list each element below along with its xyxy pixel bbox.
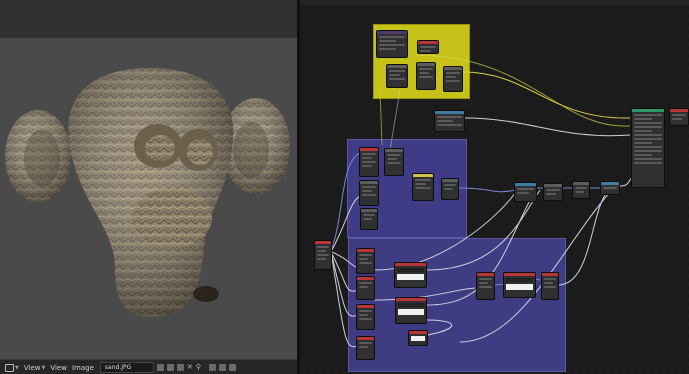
menu-view[interactable]: View ▼ bbox=[24, 364, 45, 372]
node-noise-1[interactable] bbox=[386, 64, 408, 88]
node-ramp-3[interactable] bbox=[356, 304, 375, 330]
node-ramp-2[interactable] bbox=[356, 276, 375, 300]
node-principled-bsdf[interactable] bbox=[631, 108, 665, 188]
open-image-icon[interactable] bbox=[176, 364, 184, 371]
rendered-image bbox=[5, 68, 290, 317]
node-noise-2[interactable] bbox=[416, 62, 436, 90]
display-channels-icon[interactable] bbox=[228, 364, 236, 371]
node-mix-2[interactable] bbox=[441, 178, 459, 200]
node-wave-2[interactable] bbox=[384, 148, 404, 176]
node-colorramp-4[interactable] bbox=[503, 272, 536, 298]
node-mix-1[interactable] bbox=[412, 173, 434, 201]
node-colorramp-1[interactable] bbox=[394, 262, 427, 288]
node-bump-1[interactable] bbox=[514, 182, 537, 202]
node-colorramp-3[interactable] bbox=[408, 330, 428, 346]
node-normal-map[interactable] bbox=[600, 181, 620, 195]
node-material-output[interactable] bbox=[669, 108, 689, 126]
node-ramp-1[interactable] bbox=[356, 248, 375, 274]
view-layer-icon[interactable] bbox=[218, 364, 226, 371]
menu-view-label: View bbox=[23, 363, 41, 372]
menu-image[interactable]: Image bbox=[72, 364, 94, 372]
image-editor-header: ▼ View ▼ View Image sand.JPG ✕ ⚲ bbox=[0, 359, 297, 374]
new-image-icon[interactable] bbox=[166, 364, 174, 371]
node-colorramp-2[interactable] bbox=[395, 297, 427, 324]
image-editor-area[interactable]: ▼ View ▼ View Image sand.JPG ✕ ⚲ bbox=[0, 0, 297, 374]
pin-icon[interactable]: ⚲ bbox=[196, 364, 201, 371]
node-wave-3[interactable] bbox=[359, 180, 379, 206]
node-editor-area[interactable] bbox=[300, 0, 689, 374]
fake-user-icon[interactable] bbox=[156, 364, 164, 371]
node-mapping[interactable] bbox=[376, 30, 408, 58]
node-bump-3[interactable] bbox=[572, 181, 590, 199]
editor-type-icon[interactable]: ▼ bbox=[5, 363, 19, 372]
node-bump-2[interactable] bbox=[543, 183, 563, 201]
node-wave-4[interactable] bbox=[360, 208, 378, 230]
node-vector-math[interactable] bbox=[434, 110, 465, 132]
node-mix-4[interactable] bbox=[541, 272, 559, 300]
node-wave-1[interactable] bbox=[359, 147, 379, 177]
node-noise-3[interactable] bbox=[443, 66, 463, 92]
unlink-icon[interactable]: ✕ bbox=[187, 364, 193, 371]
node-texture-coord[interactable] bbox=[417, 40, 439, 54]
image-name-field[interactable]: sand.JPG bbox=[99, 362, 154, 373]
node-geometry[interactable] bbox=[314, 240, 332, 270]
menu-view-2[interactable]: View bbox=[50, 364, 67, 372]
node-mix-3[interactable] bbox=[476, 272, 495, 300]
node-ramp-4[interactable] bbox=[356, 336, 375, 360]
slot-dropdown-icon[interactable] bbox=[208, 364, 216, 371]
monkey-mouth bbox=[193, 286, 219, 302]
